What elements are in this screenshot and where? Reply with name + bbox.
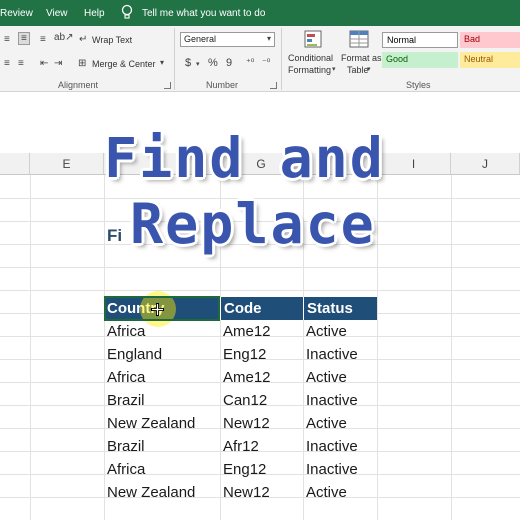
chevron-down-icon[interactable]: ▾ xyxy=(196,60,200,68)
table-cell-code[interactable]: New12 xyxy=(220,412,303,435)
align-left-icon[interactable]: ≡ xyxy=(4,58,10,69)
table-header-code[interactable]: Code xyxy=(220,297,303,320)
group-label-number: Number xyxy=(206,80,239,90)
table-header-status[interactable]: Status xyxy=(303,297,377,320)
table-cell-country[interactable]: England xyxy=(104,343,220,366)
table-cell-code[interactable]: Ame12 xyxy=(220,366,303,389)
currency-button[interactable]: $ xyxy=(185,57,191,69)
table-cell-code[interactable]: Eng12 xyxy=(220,343,303,366)
table-cell-country[interactable]: Brazil xyxy=(104,389,220,412)
column-gridline xyxy=(30,175,31,520)
column-gridline xyxy=(451,175,452,520)
ribbon-tab-bar: Review View Help Tell me what you want t… xyxy=(0,0,520,26)
style-normal[interactable]: Normal xyxy=(382,32,458,48)
table-cell-status[interactable]: Active xyxy=(303,481,377,504)
column-header-blank xyxy=(0,153,30,175)
table-cell-status[interactable]: Active xyxy=(303,412,377,435)
table-cell-code[interactable]: New12 xyxy=(220,481,303,504)
row-gridline xyxy=(0,290,520,291)
group-separator xyxy=(174,28,175,90)
lightbulb-icon xyxy=(121,4,133,19)
orientation-icon[interactable]: ab↗ xyxy=(54,32,74,43)
table-cell-status[interactable]: Inactive xyxy=(303,343,377,366)
tab-help[interactable]: Help xyxy=(84,8,105,19)
table-cell-status[interactable]: Inactive xyxy=(303,389,377,412)
conditional-formatting-line2[interactable]: Formatting xyxy=(288,65,331,75)
cross-cursor-icon xyxy=(151,303,164,316)
group-label-styles: Styles xyxy=(406,80,431,90)
tab-review[interactable]: Review xyxy=(0,8,33,19)
number-format-select[interactable]: General ▾ xyxy=(180,32,275,47)
row-gridline xyxy=(0,267,520,268)
table-cell-country[interactable]: New Zealand xyxy=(104,412,220,435)
merge-center-button[interactable]: Merge & Center xyxy=(92,59,156,69)
chevron-down-icon[interactable]: ▾ xyxy=(367,65,371,73)
table-cell-code[interactable]: Eng12 xyxy=(220,458,303,481)
table-cell-country[interactable]: Africa xyxy=(104,458,220,481)
table-cell-status[interactable]: Inactive xyxy=(303,458,377,481)
table-cell-country[interactable]: Africa xyxy=(104,366,220,389)
table-cell-code[interactable]: Afr12 xyxy=(220,435,303,458)
table-cell-status[interactable]: Active xyxy=(303,366,377,389)
table-cell-status[interactable]: Active xyxy=(303,320,377,343)
alignment-launcher-icon[interactable] xyxy=(164,82,171,89)
table-cell-code[interactable]: Can12 xyxy=(220,389,303,412)
number-launcher-icon[interactable] xyxy=(270,82,277,89)
merge-center-icon[interactable]: ⊞ xyxy=(78,58,86,69)
overlay-title-line1: Find and xyxy=(104,126,385,190)
align-bottom-icon[interactable]: ≡ xyxy=(40,34,46,45)
column-gridline xyxy=(377,175,378,520)
sheet-heading: Fi xyxy=(107,226,123,245)
wrap-text-button[interactable]: Wrap Text xyxy=(92,35,132,45)
style-bad-label: Bad xyxy=(464,34,481,44)
table-cell-status[interactable]: Inactive xyxy=(303,435,377,458)
increase-indent-icon[interactable]: ⇥ xyxy=(54,58,62,69)
decrease-indent-icon[interactable]: ⇤ xyxy=(40,58,48,69)
increase-decimal-icon[interactable]: ⁺⁰ xyxy=(246,57,254,68)
format-as-table-line1[interactable]: Format as xyxy=(341,53,382,63)
table-cell-code[interactable]: Ame12 xyxy=(220,320,303,343)
group-label-alignment: Alignment xyxy=(58,80,99,90)
style-good[interactable]: Good xyxy=(382,52,458,68)
comma-style-button[interactable]: 9 xyxy=(226,57,232,69)
align-middle-icon[interactable]: ≡ xyxy=(18,32,30,45)
tab-view[interactable]: View xyxy=(46,8,68,19)
format-as-table-icon[interactable] xyxy=(348,29,370,49)
style-good-label: Good xyxy=(386,54,409,64)
style-bad[interactable]: Bad xyxy=(460,32,520,48)
table-cell-country[interactable]: New Zealand xyxy=(104,481,220,504)
group-separator xyxy=(281,28,282,90)
format-as-table-line2[interactable]: Table xyxy=(347,65,369,75)
table-cell-country[interactable]: Brazil xyxy=(104,435,220,458)
wrap-text-icon[interactable]: ↵ xyxy=(79,34,87,45)
number-format-value: General xyxy=(184,34,217,44)
chevron-down-icon: ▾ xyxy=(266,34,271,43)
merge-dropdown-icon[interactable]: ▾ xyxy=(160,58,164,67)
tell-me-search[interactable]: Tell me what you want to do xyxy=(142,8,265,19)
conditional-formatting-icon[interactable] xyxy=(303,29,323,49)
align-top-icon[interactable]: ≡ xyxy=(4,34,10,45)
column-header-j[interactable]: J xyxy=(451,153,520,175)
overlay-title-line2: Replace xyxy=(130,192,376,256)
column-header-i[interactable]: I xyxy=(377,153,451,175)
decrease-decimal-icon[interactable]: ⁻⁰ xyxy=(262,57,270,68)
percent-button[interactable]: % xyxy=(208,57,218,69)
style-neutral[interactable]: Neutral xyxy=(460,52,520,68)
chevron-down-icon[interactable]: ▾ xyxy=(332,65,336,73)
style-neutral-label: Neutral xyxy=(464,54,494,64)
column-header-e[interactable]: E xyxy=(30,153,104,175)
align-center-icon[interactable]: ≡ xyxy=(18,58,24,69)
style-normal-label: Normal xyxy=(387,35,417,45)
ribbon: ≡ ≡ ≡ ab↗ ≡ ≡ ⇤ ⇥ ↵ Wrap Text ⊞ Merge & … xyxy=(0,26,520,92)
conditional-formatting-line1[interactable]: Conditional xyxy=(288,53,333,63)
